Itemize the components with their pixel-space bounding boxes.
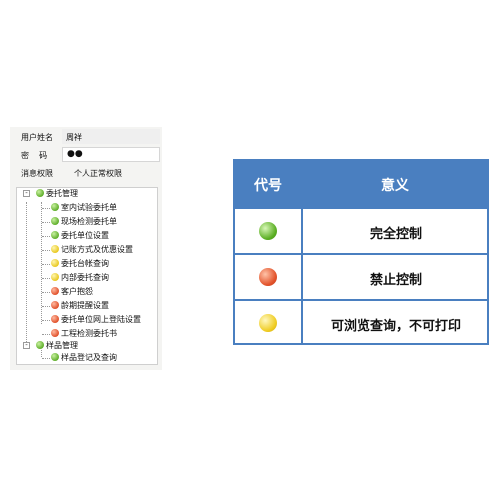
tree-connector [42,278,50,279]
yellow-circle-icon [259,314,277,332]
tree-node[interactable]: 记账方式及优惠设置 [51,244,133,255]
tree-connector [42,250,50,251]
username-field[interactable]: 周祥 [62,129,160,144]
username-value: 周祥 [66,133,82,142]
tree-node-label: 委托台帐查询 [61,259,109,268]
tree-node-label: 委托单位设置 [61,231,109,240]
username-label: 用户姓名 [21,133,53,142]
tree-node[interactable]: 委托台帐查询 [51,258,109,269]
tree-node-label: 室内试验委托单 [61,203,117,212]
red-circle-icon [259,268,277,286]
green-status-icon [51,217,59,225]
tree-node[interactable]: 内部委托查询 [51,272,109,283]
tree-node-label: 记账方式及优惠设置 [61,245,133,254]
password-field[interactable]: ●● [62,147,160,162]
green-status-icon [36,189,44,197]
password-dots: ●● [67,149,83,159]
yellow-status-icon [51,245,59,253]
tree-connector [42,334,50,335]
green-status-icon [51,353,59,361]
tree-connector [42,358,50,359]
tree-node-label: 工程检测委托书 [61,329,117,338]
tree-node-group[interactable]: 委托管理 [36,188,78,199]
login-permission-panel: 用户姓名 周祥 密 码 ●● 消息权限 个人正常权限 - 委托管理 室内试验委托… [10,127,162,370]
legend-meaning: 禁止控制 [369,273,422,288]
legend-row: 完全控制 [235,209,487,253]
legend-meaning: 可浏览查询，不可打印 [330,319,461,334]
tree-connector [42,292,50,293]
yellow-status-icon [51,273,59,281]
tree-node-label: 客户抱怨 [61,287,93,296]
tree-node[interactable]: 委托单位网上登陆设置 [51,314,141,325]
green-status-icon [36,341,44,349]
tree-connector [42,236,50,237]
green-status-icon [51,231,59,239]
tree-connector [42,264,50,265]
red-status-icon [51,315,59,323]
password-row: 密 码 ●● [10,147,162,163]
yellow-status-icon [51,259,59,267]
tree-node[interactable]: 现场检测委托单 [51,216,117,227]
tree-node[interactable]: 样品登记及查询 [51,352,117,363]
tree-node-label: 现场检测委托单 [61,217,117,226]
red-status-icon [51,287,59,295]
collapse-icon[interactable]: - [23,342,30,349]
tree-node-label: 龄期提醒设置 [61,301,109,310]
tree-connector [42,208,50,209]
red-status-icon [51,329,59,337]
legend-row: 可浏览查询，不可打印 [235,301,487,345]
tree-node-label: 委托管理 [46,189,78,198]
green-circle-icon [259,222,277,240]
legend-row: 禁止控制 [235,255,487,299]
tree-connector [42,306,50,307]
permission-row: 消息权限 个人正常权限 [10,165,162,181]
header-code: 代号 [254,178,282,194]
permission-tree: - 委托管理 室内试验委托单 现场检测委托单 委托单位设置 记账方式及优惠设置 … [16,187,158,365]
legend-meaning: 完全控制 [369,227,422,242]
tree-connector [42,222,50,223]
tree-node-label: 样品管理 [46,341,78,350]
password-label: 密 码 [21,151,48,160]
collapse-icon[interactable]: - [23,190,30,197]
permission-label: 消息权限 [21,169,53,178]
tree-node[interactable]: 室内试验委托单 [51,202,117,213]
tree-node[interactable]: 工程检测委托书 [51,328,117,339]
tree-connector [42,320,50,321]
tree-node-label: 样品登记及查询 [61,353,117,362]
red-status-icon [51,301,59,309]
permission-value: 个人正常权限 [74,169,122,178]
tree-node[interactable]: 客户抱怨 [51,286,93,297]
tree-connector [26,202,27,342]
header-meaning: 意义 [381,178,409,194]
tree-node-label: 内部委托查询 [61,273,109,282]
tree-connector [41,350,42,357]
tree-node[interactable]: 龄期提醒设置 [51,300,109,311]
green-status-icon [51,203,59,211]
legend-table: 代号 意义 完全控制 禁止控制 可浏览查询，不可打印 [233,159,489,345]
legend-header: 代号 意义 [235,161,487,209]
username-row: 用户姓名 周祥 [10,129,162,145]
tree-node[interactable]: 委托单位设置 [51,230,109,241]
tree-node-group[interactable]: 样品管理 [36,340,78,351]
tree-node-label: 委托单位网上登陆设置 [61,315,141,324]
